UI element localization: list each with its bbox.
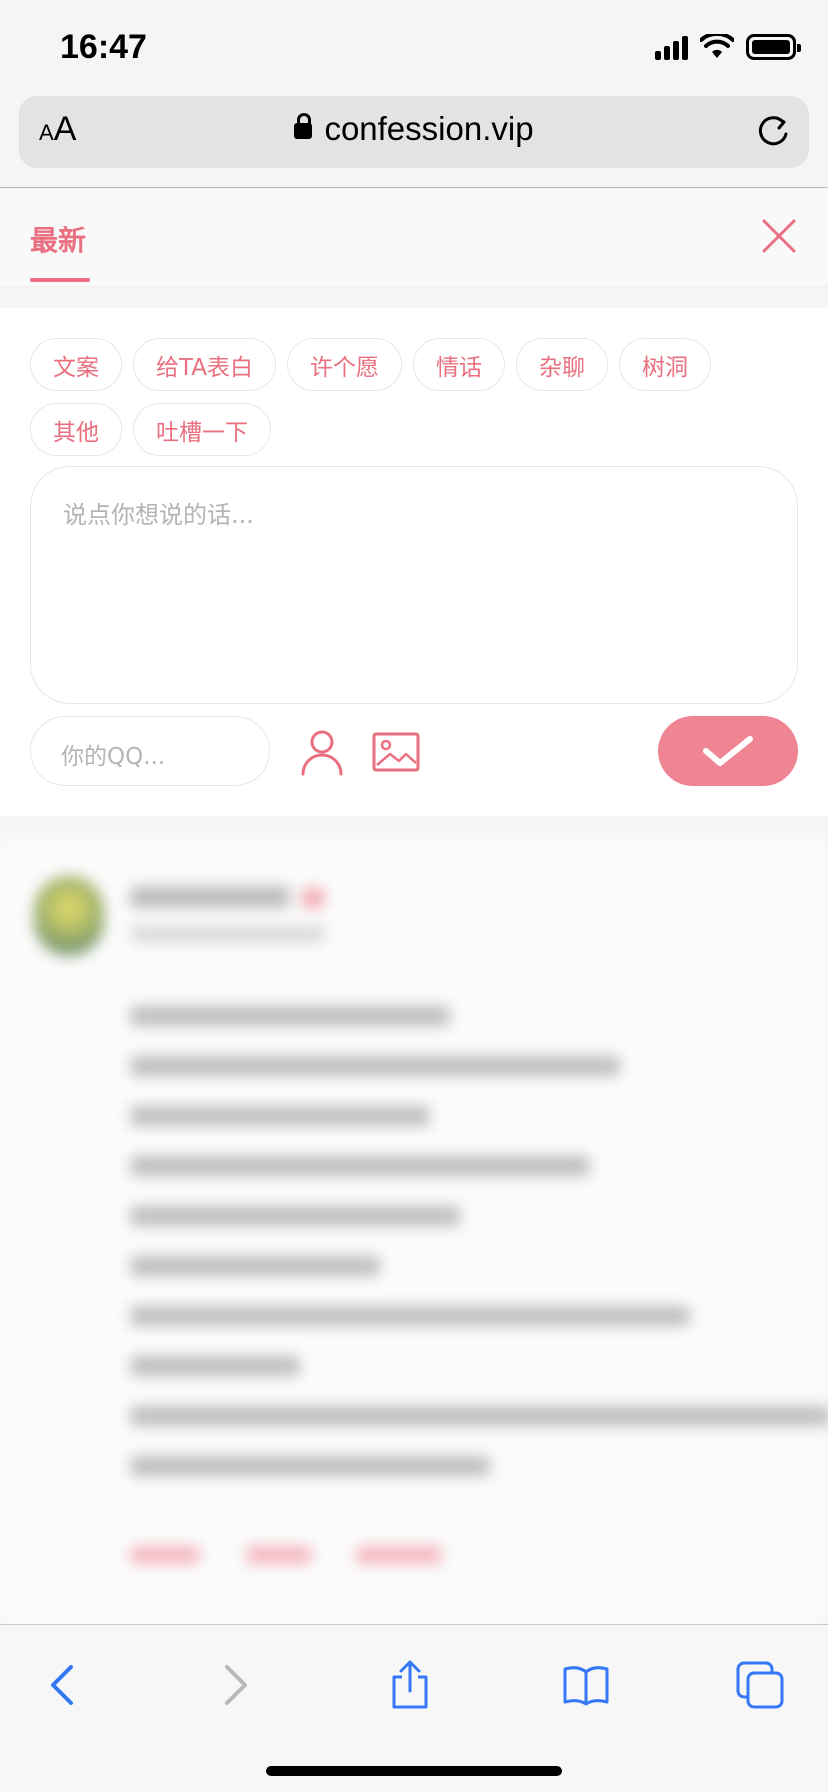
wifi-icon	[700, 34, 734, 58]
tag-other[interactable]: 其他	[30, 403, 122, 456]
post-text-line	[130, 1106, 430, 1126]
tag-chat[interactable]: 杂聊	[516, 338, 608, 391]
post-text-line	[130, 1156, 590, 1176]
tag-confess[interactable]: 给TA表白	[133, 338, 276, 391]
post-text-line	[130, 1356, 300, 1376]
home-indicator	[266, 1766, 562, 1776]
tag-rant[interactable]: 吐槽一下	[133, 403, 271, 456]
reload-icon[interactable]	[753, 112, 793, 152]
gender-icon	[302, 888, 324, 908]
cellular-signal-icon	[655, 34, 688, 60]
post-text-line	[130, 1456, 490, 1476]
tag-tree-hole[interactable]: 树洞	[619, 338, 711, 391]
back-button[interactable]	[34, 1657, 90, 1713]
post-action-redacted	[130, 1546, 200, 1564]
post-text-line	[130, 1256, 380, 1276]
qq-input[interactable]: 你的QQ...	[30, 716, 270, 786]
check-icon	[703, 736, 753, 766]
forward-icon	[225, 1665, 247, 1705]
browser-toolbar	[0, 1624, 828, 1792]
image-icon[interactable]	[372, 732, 420, 772]
tag-love-words[interactable]: 情话	[413, 338, 505, 391]
tag-wish[interactable]: 许个愿	[287, 338, 402, 391]
tab-row: 最新	[0, 189, 828, 287]
url-display[interactable]: confession.vip	[19, 110, 809, 148]
tabs-icon	[736, 1661, 784, 1709]
status-bar: 16:47	[0, 0, 828, 96]
back-icon	[51, 1665, 73, 1705]
forward-button[interactable]	[208, 1657, 264, 1713]
battery-icon	[746, 34, 801, 60]
post-author-redacted	[130, 886, 290, 908]
category-tags: 文案 给TA表白 许个愿 情话 杂聊 树洞 其他 吐槽一下	[30, 338, 800, 456]
post-action-redacted	[356, 1546, 442, 1564]
tag-copywriting[interactable]: 文案	[30, 338, 122, 391]
tabs-button[interactable]	[732, 1657, 788, 1713]
status-time: 16:47	[60, 28, 147, 66]
post-time-redacted	[130, 926, 326, 942]
status-icons	[655, 34, 801, 60]
address-bar[interactable]: AA confession.vip	[19, 96, 809, 168]
post-text-line	[130, 1406, 828, 1426]
qq-placeholder: 你的QQ...	[61, 744, 166, 770]
close-icon[interactable]	[760, 217, 798, 255]
avatar	[34, 876, 104, 956]
bookmarks-icon	[563, 1666, 609, 1706]
tab-active-indicator	[30, 278, 90, 282]
feed-post-blurred	[0, 836, 828, 1624]
post-text-line	[130, 1206, 460, 1226]
lock-icon	[294, 113, 313, 139]
bookmarks-button[interactable]	[558, 1657, 614, 1713]
submit-button[interactable]	[658, 716, 798, 786]
post-text-line	[130, 1306, 690, 1326]
share-icon	[392, 1660, 428, 1709]
message-placeholder: 说点你想说的话...	[63, 501, 254, 529]
share-button[interactable]	[382, 1657, 438, 1713]
tab-latest[interactable]: 最新	[30, 219, 86, 259]
post-text-line	[130, 1056, 620, 1076]
post-action-redacted	[246, 1546, 312, 1564]
post-composer: 文案 给TA表白 许个愿 情话 杂聊 树洞 其他 吐槽一下 说点你想说的话...…	[0, 308, 828, 816]
browser-address-area: AA confession.vip	[0, 96, 828, 188]
post-text-line	[130, 1006, 450, 1026]
url-text: confession.vip	[324, 110, 534, 147]
user-icon[interactable]	[300, 728, 344, 776]
message-input[interactable]: 说点你想说的话...	[30, 466, 798, 704]
